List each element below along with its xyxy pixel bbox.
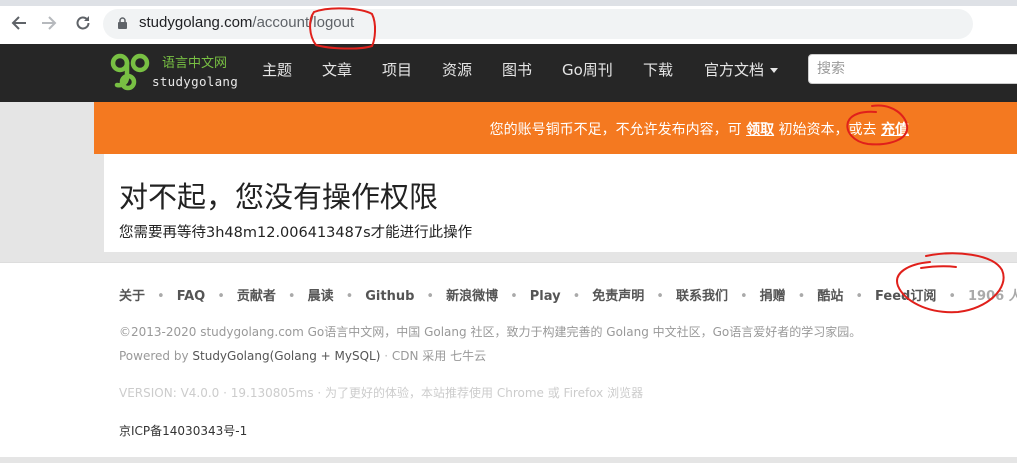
separator-dot: •	[426, 289, 435, 304]
icp-license[interactable]: 京ICP备14030343号-1	[119, 422, 247, 439]
site-navbar: 语言中文网 studygolang 主题 文章 项目 资源 图书 Go周刊 下载…	[0, 44, 1017, 102]
nav-item-topics[interactable]: 主题	[262, 59, 292, 80]
nav-item-books[interactable]: 图书	[502, 59, 532, 80]
back-button[interactable]	[6, 10, 32, 36]
alert-text: 您的账号铜币不足，不允许发布内容，可 领取 初始资本，或去 充值	[490, 119, 909, 139]
footer-link-donate[interactable]: 捐赠	[760, 289, 786, 304]
forward-button[interactable]	[36, 10, 62, 36]
footer-link-cool-sites[interactable]: 酷站	[817, 289, 843, 304]
browser-tab-strip	[0, 0, 1017, 6]
footer-link-faq[interactable]: FAQ	[177, 289, 206, 304]
separator-dot: •	[217, 289, 225, 304]
online-count: 1906 人在线	[968, 289, 1017, 304]
separator-dot: •	[656, 289, 664, 304]
page-title: 对不起，您没有操作权限	[119, 180, 439, 214]
separator-dot: •	[572, 289, 581, 304]
powered-prefix: Powered by	[119, 349, 189, 363]
footer-link-disclaimer[interactable]: 免责声明	[592, 289, 644, 304]
separator-dot: •	[157, 289, 165, 304]
url-path: /account/logout	[252, 14, 355, 31]
arrow-left-icon	[11, 16, 26, 30]
recharge-link[interactable]: 充值	[881, 122, 909, 138]
search-input[interactable]	[808, 54, 1017, 84]
reload-icon	[76, 16, 90, 30]
alert-prefix: 您的账号铜币不足，不允许发布内容，可	[489, 122, 742, 138]
url-host: studygolang.com	[139, 14, 253, 31]
nav-item-official-docs-label: 官方文档	[704, 61, 765, 79]
url-text: studygolang.com/account/logout	[139, 14, 354, 31]
reload-button[interactable]	[70, 10, 96, 36]
caret-down-icon	[770, 68, 779, 73]
separator-dot: •	[855, 289, 864, 304]
footer-link-morning-read[interactable]: 晨读	[308, 289, 334, 304]
nav-item-projects[interactable]: 项目	[382, 59, 412, 80]
copyright-text: ©2013-2020 studygolang.com Go语言中文网，中国 Go…	[119, 325, 862, 339]
nav-item-resources[interactable]: 资源	[442, 59, 472, 80]
browser-toolbar: studygolang.com/account/logout	[0, 0, 1017, 44]
footer-links: 关于 • FAQ • 贡献者 • 晨读 • Github • 新浪微博 • Play • 免责声明 • 联系我们…	[119, 285, 1017, 304]
separator-dot: •	[797, 289, 806, 304]
footer-link-contributors[interactable]: 贡献者	[237, 289, 276, 304]
footer-link-play[interactable]: Play	[530, 289, 561, 304]
claim-link[interactable]: 领取	[746, 122, 774, 138]
nav-item-articles[interactable]: 文章	[322, 59, 352, 80]
arrow-right-icon	[42, 16, 57, 30]
footer-link-weibo[interactable]: 新浪微博	[446, 289, 498, 304]
separator-dot: ·	[384, 349, 389, 363]
nav-item-download[interactable]: 下载	[643, 59, 673, 80]
alert-middle: 初始资本，或去	[778, 122, 877, 138]
separator-dot: •	[739, 289, 748, 304]
page-bottom-strip	[0, 457, 1017, 463]
separator-dot: •	[948, 289, 956, 304]
address-bar[interactable]: studygolang.com/account/logout	[103, 9, 973, 39]
lock-icon	[118, 17, 127, 29]
separator-dot: •	[345, 289, 354, 304]
logo-chinese-text: 语言中文网	[162, 56, 228, 71]
cdn-text: CDN 采用 七牛云	[391, 349, 487, 363]
separator-dot: •	[510, 289, 518, 304]
separator-dot: •	[287, 289, 296, 304]
insufficient-coins-alert: 您的账号铜币不足，不允许发布内容，可 领取 初始资本，或去 充值	[94, 102, 1017, 154]
footer-link-contact[interactable]: 联系我们	[676, 289, 728, 304]
footer-link-github[interactable]: Github	[365, 289, 414, 304]
powered-link[interactable]: StudyGolang(Golang + MySQL)	[192, 349, 380, 363]
site-footer: 关于 • FAQ • 贡献者 • 晨读 • Github • 新浪微博 • Play • 免责声明 • 联系我们…	[0, 262, 1017, 458]
nav-item-go-weekly[interactable]: Go周刊	[562, 59, 613, 80]
powered-by: Powered by StudyGolang(Golang + MySQL) ·…	[119, 347, 486, 364]
main-content: 对不起，您没有操作权限 您需要再等待3h48m12.006413487s才能进行…	[104, 154, 1017, 252]
wait-message: 您需要再等待3h48m12.006413487s才能进行此操作	[119, 225, 473, 241]
footer-link-about[interactable]: 关于	[119, 289, 145, 304]
nav-item-official-docs[interactable]: 官方文档	[704, 59, 779, 80]
footer-link-feed[interactable]: Feed订阅	[875, 289, 936, 304]
logo-english-text: studygolang	[152, 74, 239, 89]
version-text: VERSION: V4.0.0 · 19.130805ms · 为了更好的体验，…	[119, 386, 644, 400]
